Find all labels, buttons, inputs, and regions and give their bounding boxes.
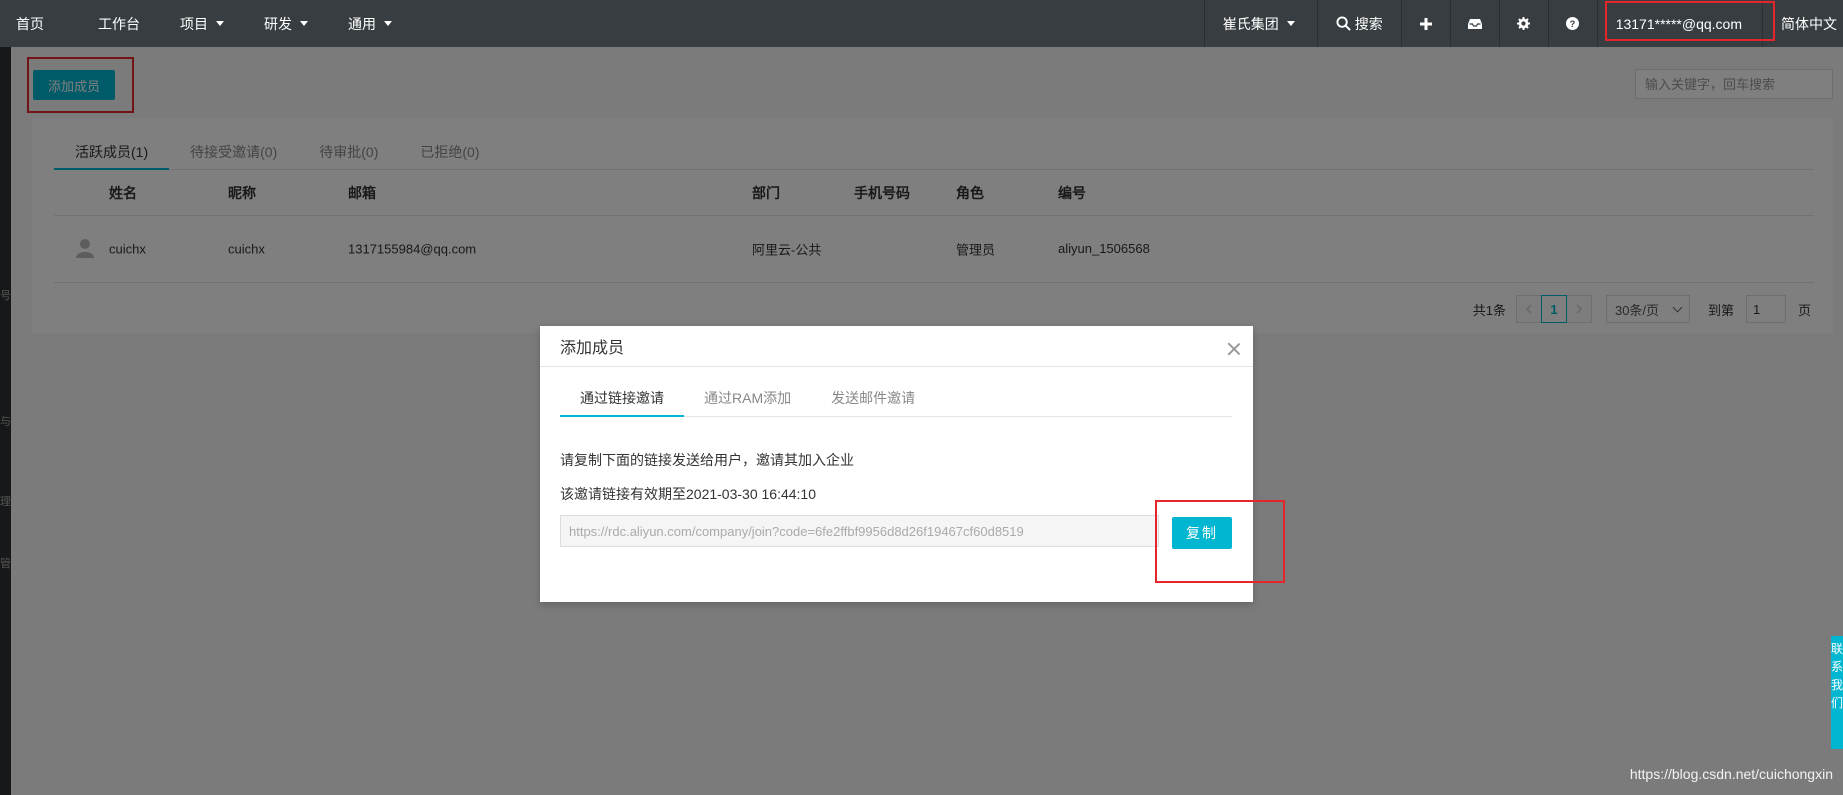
nav-workbench-label: 工作台 [98,15,140,32]
plus-icon [1419,17,1432,30]
top-nav-bar: 首页 工作台 项目 研发 通用 崔氏集团 搜索 ? 13171*****@qq.… [0,0,1843,47]
caret-down-icon [1286,21,1295,26]
invite-expiry: 该邀请链接有效期至2021-03-30 16:44:10 [560,486,816,502]
add-button[interactable] [1400,0,1450,47]
org-switcher[interactable]: 崔氏集团 [1203,0,1317,47]
nav-home-label: 首页 [16,15,44,32]
nav-projects[interactable]: 项目 [160,0,244,47]
close-icon[interactable] [1227,342,1241,356]
nav-dev-label: 研发 [264,15,292,32]
nav-general[interactable]: 通用 [328,0,412,47]
nav-search-label: 搜索 [1354,15,1383,32]
feedback-tab[interactable]: 联 系 我 们 [1831,636,1843,749]
nav-general-label: 通用 [348,15,376,32]
inbox-icon [1467,18,1482,29]
help-button[interactable]: ? [1547,0,1597,47]
gear-icon [1517,17,1531,30]
account-menu[interactable]: 13171*****@qq.com [1596,0,1775,47]
nav-home[interactable]: 首页 [0,0,78,47]
nav-left: 首页 工作台 项目 研发 通用 [0,0,412,47]
settings-button[interactable] [1498,0,1548,47]
svg-text:?: ? [1570,19,1576,29]
tab-email-invite[interactable]: 发送邮件邀请 [811,382,935,417]
inbox-button[interactable] [1449,0,1499,47]
caret-down-icon [300,21,308,26]
nav-projects-label: 项目 [180,15,208,32]
account-highlight-box [1604,1,1775,41]
caret-down-icon [216,21,224,26]
feedback-char: 我 [1831,678,1843,692]
language-label: 简体中文 [1781,15,1837,32]
watermark: https://blog.csdn.net/cuichongxin [1629,766,1833,782]
feedback-char: 系 [1831,660,1843,674]
invite-link-field[interactable]: https://rdc.aliyun.com/company/join?code… [560,515,1159,547]
tab-invite-by-link[interactable]: 通过链接邀请 [560,382,684,417]
invite-instruction: 请复制下面的链接发送给用户，邀请其加入企业 [560,452,854,468]
dialog-title: 添加成员 [560,340,625,357]
copy-highlight-box [1155,500,1285,583]
search-icon [1336,16,1351,31]
tab-add-via-ram[interactable]: 通过RAM添加 [684,382,811,417]
nav-dev[interactable]: 研发 [244,0,328,47]
dialog-header: 添加成员 [540,326,1253,367]
dialog-tabs: 通过链接邀请 通过RAM添加 发送邮件邀请 [560,382,1232,417]
feedback-char: 联 [1831,642,1843,656]
nav-search[interactable]: 搜索 [1316,0,1401,47]
nav-workbench[interactable]: 工作台 [78,0,160,47]
help-icon: ? [1566,17,1580,30]
org-name: 崔氏集团 [1222,15,1279,32]
nav-right: 崔氏集团 搜索 ? 13171*****@qq.com 简体中文 [1203,0,1843,47]
caret-down-icon [384,21,392,26]
add-member-dialog: 添加成员 通过链接邀请 通过RAM添加 发送邮件邀请 请复制下面的链接发送给用户… [540,326,1253,602]
feedback-char: 们 [1831,696,1843,710]
